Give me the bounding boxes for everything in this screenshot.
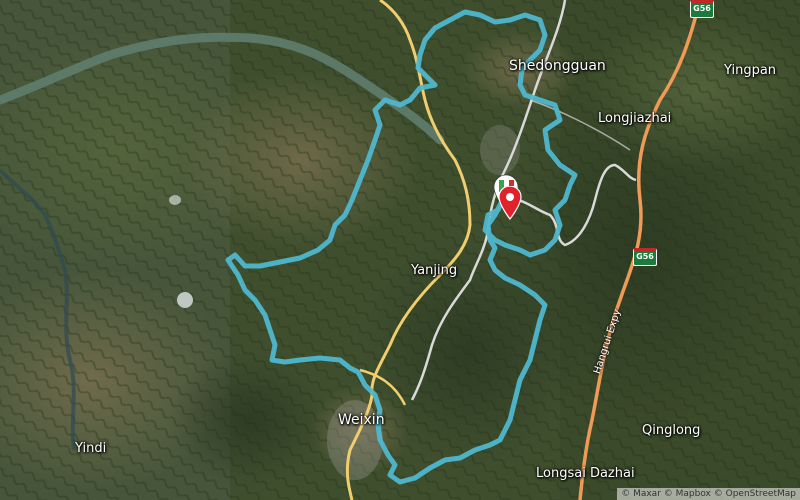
- place-label-qinglong: Qinglong: [642, 423, 701, 438]
- place-label-yingpan: Yingpan: [724, 63, 777, 78]
- pin-marker-icon[interactable]: [497, 186, 523, 220]
- map-attribution[interactable]: © Maxar © Mapbox © OpenStreetMap: [617, 488, 800, 500]
- place-label-yanjing: Yanjing: [411, 263, 458, 278]
- place-label-weixin: Weixin: [338, 412, 385, 428]
- place-label-longsai-dazhai: Longsai Dazhai: [536, 466, 635, 481]
- place-label-shedongguan: Shedongguan: [509, 58, 606, 74]
- highway-shield-g56: G56: [690, 0, 714, 18]
- place-label-yindi: Yindi: [75, 441, 107, 456]
- highway-shield-g56: G56: [633, 248, 657, 266]
- route-track[interactable]: [225, 9, 578, 485]
- map-view[interactable]: Shedongguan Yingpan Longjiazhai Yanjing …: [0, 0, 800, 500]
- secondary-road: [504, 163, 637, 247]
- place-label-longjiazhai: Longjiazhai: [598, 111, 672, 126]
